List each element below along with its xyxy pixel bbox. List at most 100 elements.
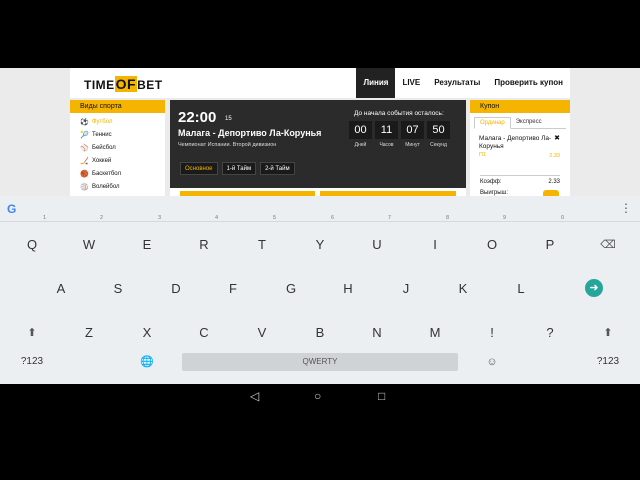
keyboard-toolbar: G ⋮ (0, 196, 640, 222)
key-n[interactable]: N (357, 313, 397, 353)
countdown-unit: Дней (354, 142, 367, 148)
countdown-seconds: 50 Секунд (427, 121, 450, 148)
emoji-icon[interactable]: ☺ (472, 342, 512, 382)
countdown-minutes: 07 Минут (401, 121, 424, 148)
match-panel: 22:00 15 Малага - Депортиво Ла-Корунья Ч… (170, 100, 466, 196)
key-hint: 4 (214, 215, 218, 221)
webpage: TIMEOFBET Линия LIVE Результаты Проверит… (0, 68, 640, 196)
key-k[interactable]: K (443, 269, 483, 309)
device-screen: TIMEOFBET Линия LIVE Результаты Проверит… (0, 68, 640, 384)
key-hint: 9 (502, 215, 506, 221)
key-d[interactable]: D (156, 269, 196, 309)
key-hint: 3 (157, 215, 161, 221)
logo-text-bet: BET (137, 78, 163, 92)
recents-square-icon[interactable]: □ (378, 389, 385, 403)
key-z[interactable]: Z (69, 313, 109, 353)
main-nav: Линия LIVE Результаты Проверить купон (356, 68, 570, 98)
soccer-ball-icon: ⚽ (80, 119, 89, 126)
tab-first-half[interactable]: 1-й Тайм (221, 162, 257, 175)
globe-icon[interactable]: 🌐 (127, 342, 167, 382)
countdown-days: 00 Дней (349, 121, 372, 148)
sidebar-item-hockey[interactable]: 🏒 Хоккей (70, 155, 165, 168)
close-icon[interactable]: ✖ (554, 135, 560, 143)
nav-check-coupon[interactable]: Проверить купон (487, 68, 570, 98)
google-g-icon[interactable]: G (7, 202, 16, 216)
tennis-icon: 🎾 (80, 132, 89, 139)
backspace-icon[interactable]: ⌫ (588, 225, 628, 265)
back-triangle-icon[interactable]: ◁ (250, 389, 259, 403)
sidebar-item-label: Волейбол (92, 184, 120, 190)
symbols-left-key[interactable]: ?123 (12, 342, 52, 382)
key-hint: 1 (42, 215, 46, 221)
key-e[interactable]: E3 (127, 215, 167, 265)
key-l[interactable]: L (501, 269, 541, 309)
key-label: P (545, 237, 555, 252)
countdown-unit: Часов (379, 142, 394, 148)
key-b[interactable]: B (300, 313, 340, 353)
key-c[interactable]: C (184, 313, 224, 353)
match-header: 22:00 15 Малага - Депортиво Ла-Корунья Ч… (170, 100, 466, 188)
volleyball-icon: 🏐 (80, 184, 89, 191)
key-a[interactable]: A (41, 269, 81, 309)
sports-sidebar: Виды спорта ⚽ Футбол 🎾 Теннис ⚾ Бейсбол 🏒 Хо… (70, 100, 165, 196)
tab-second-half[interactable]: 2-й Тайм (260, 162, 295, 175)
key-label: Y (315, 237, 325, 252)
key-y[interactable]: Y6 (300, 215, 340, 265)
sidebar-item-tennis[interactable]: 🎾 Теннис (70, 129, 165, 142)
key-o[interactable]: O9 (472, 215, 512, 265)
bet-odds: 2.33 (549, 153, 560, 159)
key-label: U (372, 237, 382, 252)
key-q[interactable]: Q1 (12, 215, 52, 265)
key-w[interactable]: W2 (69, 215, 109, 265)
coupon-bet: Малага - Депортиво Ла- Корунья П1 ✖ 2.33 (470, 129, 570, 159)
baseball-icon: ⚾ (80, 145, 89, 152)
more-vert-icon[interactable]: ⋮ (620, 201, 632, 215)
key-hint: 7 (387, 215, 391, 221)
key-label: I (433, 237, 437, 252)
countdown-unit: Минут (405, 142, 420, 148)
countdown-value: 00 (349, 121, 372, 139)
nav-line[interactable]: Линия (356, 68, 396, 98)
sidebar-item-basketball[interactable]: 🏀 Баскетбол (70, 168, 165, 181)
key-j[interactable]: J (386, 269, 426, 309)
enter-arrow-icon[interactable]: ➜ (585, 279, 603, 297)
key-f[interactable]: F (213, 269, 253, 309)
home-circle-icon[interactable]: ○ (314, 389, 321, 403)
sidebar-item-football[interactable]: ⚽ Футбол (70, 116, 165, 129)
sidebar-item-baseball[interactable]: ⚾ Бейсбол (70, 142, 165, 155)
key-label: Q (26, 237, 38, 252)
tab-single[interactable]: Ординар (474, 117, 511, 129)
countdown: 00 Дней 11 Часов 07 Минут 50 Секунд (349, 121, 450, 148)
key-m[interactable]: M (415, 313, 455, 353)
key-g[interactable]: G (271, 269, 311, 309)
key-h[interactable]: H (328, 269, 368, 309)
site-logo[interactable]: TIMEOFBET (84, 76, 163, 92)
tab-main[interactable]: Основное (180, 162, 218, 175)
key-label: O (486, 237, 498, 252)
sidebar-item-volleyball[interactable]: 🏐 Волейбол (70, 181, 165, 194)
match-teams: Малага - Депортиво Ла-Корунья (178, 128, 322, 138)
market-tabs: Основное 1-й Тайм 2-й Тайм (180, 162, 295, 175)
nav-results[interactable]: Результаты (427, 68, 487, 98)
key-i[interactable]: I8 (415, 215, 455, 265)
coupon-coef: Коэфф: 2.33 (480, 175, 560, 185)
key-r[interactable]: R4 (184, 215, 224, 265)
match-day: 15 (225, 116, 232, 122)
key-s[interactable]: S (98, 269, 138, 309)
tab-express[interactable]: Экспресс (511, 117, 547, 128)
coupon-panel: Купон Ординар Экспресс Малага - Депортив… (470, 100, 570, 196)
countdown-unit: Секунд (430, 142, 447, 148)
coupon-title: Купон (470, 100, 570, 113)
key-p[interactable]: P0 (530, 215, 570, 265)
sidebar-title: Виды спорта (70, 100, 165, 113)
space-bar[interactable]: QWERTY (182, 353, 458, 371)
symbols-right-key[interactable]: ?123 (588, 342, 628, 382)
key-v[interactable]: V (242, 313, 282, 353)
key-u[interactable]: U7 (357, 215, 397, 265)
match-league: Чемпионат Испании. Второй дивизион (178, 142, 277, 148)
key-t[interactable]: T5 (242, 215, 282, 265)
nav-live[interactable]: LIVE (395, 68, 427, 98)
sidebar-item-label: Баскетбол (92, 171, 121, 177)
key-question[interactable]: ? (530, 313, 570, 353)
match-time: 22:00 (178, 109, 217, 126)
